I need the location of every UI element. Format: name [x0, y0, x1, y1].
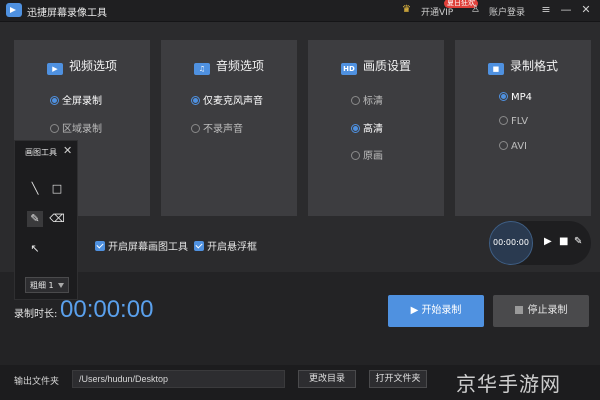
option-label: MP4: [511, 92, 533, 103]
quality-settings-card: HD 画质设置 标清 高清 原画: [308, 40, 444, 216]
radio-icon: [50, 96, 59, 105]
audio-options-header: ♫ 音频选项: [161, 57, 297, 75]
login-link[interactable]: 账户登录: [489, 5, 525, 18]
flv-format-option[interactable]: FLV: [499, 116, 528, 127]
floating-timer: 00:00:00: [489, 221, 533, 265]
radio-icon: [499, 92, 508, 101]
change-directory-button[interactable]: 更改目录: [298, 370, 356, 388]
avi-format-option[interactable]: AVI: [499, 141, 527, 152]
record-format-title: 录制格式: [509, 59, 558, 73]
camera-icon: ■: [487, 63, 504, 75]
video-icon: ▶: [46, 63, 63, 75]
title-bar: 迅捷屏幕录像工具 ♛ 开通VIP 夏日狂欢 ♙ 账户登录 ≡ — ✕: [0, 0, 600, 22]
watermark: 京华手游网: [456, 372, 561, 396]
record-format-header: ■ 录制格式: [455, 57, 591, 75]
radio-icon: [351, 96, 360, 105]
app-title: 迅捷屏幕录像工具: [27, 8, 107, 19]
video-options-title: 视频选项: [68, 59, 117, 73]
quality-settings-title: 画质设置: [362, 59, 411, 73]
high-quality-option[interactable]: 高清: [351, 120, 383, 135]
option-label: 标清: [363, 96, 383, 107]
play-icon: ▶: [410, 305, 422, 316]
radio-icon: [191, 124, 200, 133]
minimize-icon[interactable]: —: [558, 2, 574, 18]
audio-icon: ♫: [193, 63, 210, 75]
cursor-icon[interactable]: ↖: [27, 241, 43, 257]
stop-icon[interactable]: ■: [559, 236, 568, 247]
close-icon[interactable]: ✕: [63, 144, 72, 157]
option-label: 仅麦克风声音: [203, 96, 263, 107]
checkbox-label: 开启悬浮框: [207, 242, 257, 253]
audio-options-card: ♫ 音频选项 仅麦克风声音 不录声音: [161, 40, 297, 216]
option-label: 不录声音: [203, 124, 243, 135]
enable-draw-tool-checkbox[interactable]: 开启屏幕画图工具: [95, 238, 188, 253]
line-icon[interactable]: ╲: [27, 181, 43, 197]
hd-icon: HD: [340, 63, 357, 75]
record-format-card: ■ 录制格式 MP4 FLV AVI: [455, 40, 591, 216]
radio-icon: [499, 116, 508, 125]
radio-icon: [351, 124, 360, 133]
start-recording-button[interactable]: ▶ 开始录制: [388, 295, 484, 327]
record-duration-label: 录制时长:: [14, 309, 58, 320]
stop-icon: [514, 306, 523, 314]
enable-float-window-checkbox[interactable]: 开启悬浮框: [194, 238, 257, 253]
radio-icon: [351, 151, 360, 160]
open-folder-button[interactable]: 打开文件夹: [369, 370, 427, 388]
stop-recording-label: 停止录制: [527, 305, 568, 316]
pen-icon[interactable]: ✎: [574, 236, 582, 247]
fullscreen-record-option[interactable]: 全屏录制: [50, 92, 102, 107]
eraser-icon[interactable]: ⌫: [49, 211, 65, 227]
thickness-select[interactable]: 粗细 1: [25, 277, 69, 293]
audio-options-title: 音频选项: [215, 59, 264, 73]
radio-icon: [499, 141, 508, 150]
standard-quality-option[interactable]: 标清: [351, 92, 383, 107]
output-path-field[interactable]: /Users/hudun/Desktop: [72, 370, 285, 388]
user-icon[interactable]: ♙: [471, 4, 480, 15]
thickness-value: 粗细 1: [30, 281, 54, 290]
vip-crown-icon[interactable]: ♛: [402, 4, 413, 15]
option-label: 全屏录制: [62, 96, 102, 107]
option-label: 区域录制: [62, 124, 102, 135]
checkbox-icon: [194, 241, 204, 251]
quality-settings-header: HD 画质设置: [308, 57, 444, 75]
radio-icon: [50, 124, 59, 133]
draw-tool-panel: 画图工具 ✕ ╲ □ ✎ ⌫ ↖ 粗细 1: [14, 140, 78, 300]
original-quality-option[interactable]: 原画: [351, 147, 383, 162]
chevron-down-icon: [58, 283, 64, 288]
option-label: AVI: [511, 141, 527, 152]
play-icon[interactable]: ▶: [544, 236, 552, 247]
video-options-header: ▶ 视频选项: [14, 57, 150, 75]
close-icon[interactable]: ✕: [578, 2, 594, 18]
no-audio-option[interactable]: 不录声音: [191, 120, 243, 135]
option-label: 原画: [363, 151, 383, 162]
mp4-format-option[interactable]: MP4: [499, 92, 532, 103]
output-folder-label: 输出文件夹: [14, 377, 60, 387]
radio-icon: [191, 96, 200, 105]
option-label: 高清: [363, 124, 383, 135]
option-label: FLV: [511, 116, 529, 127]
region-record-option[interactable]: 区域录制: [50, 120, 102, 135]
record-duration-time: 00:00:00: [60, 296, 154, 323]
start-recording-label: 开始录制: [421, 305, 462, 316]
app-logo-icon: [6, 3, 22, 17]
stop-recording-button[interactable]: 停止录制: [493, 295, 589, 327]
draw-tool-title: 画图工具: [25, 148, 57, 157]
rectangle-icon[interactable]: □: [49, 181, 65, 197]
checkbox-label: 开启屏幕画图工具: [108, 242, 188, 253]
menu-icon[interactable]: ≡: [538, 2, 554, 18]
pen-icon[interactable]: ✎: [27, 211, 43, 227]
checkbox-icon: [95, 241, 105, 251]
mic-only-option[interactable]: 仅麦克风声音: [191, 92, 263, 107]
